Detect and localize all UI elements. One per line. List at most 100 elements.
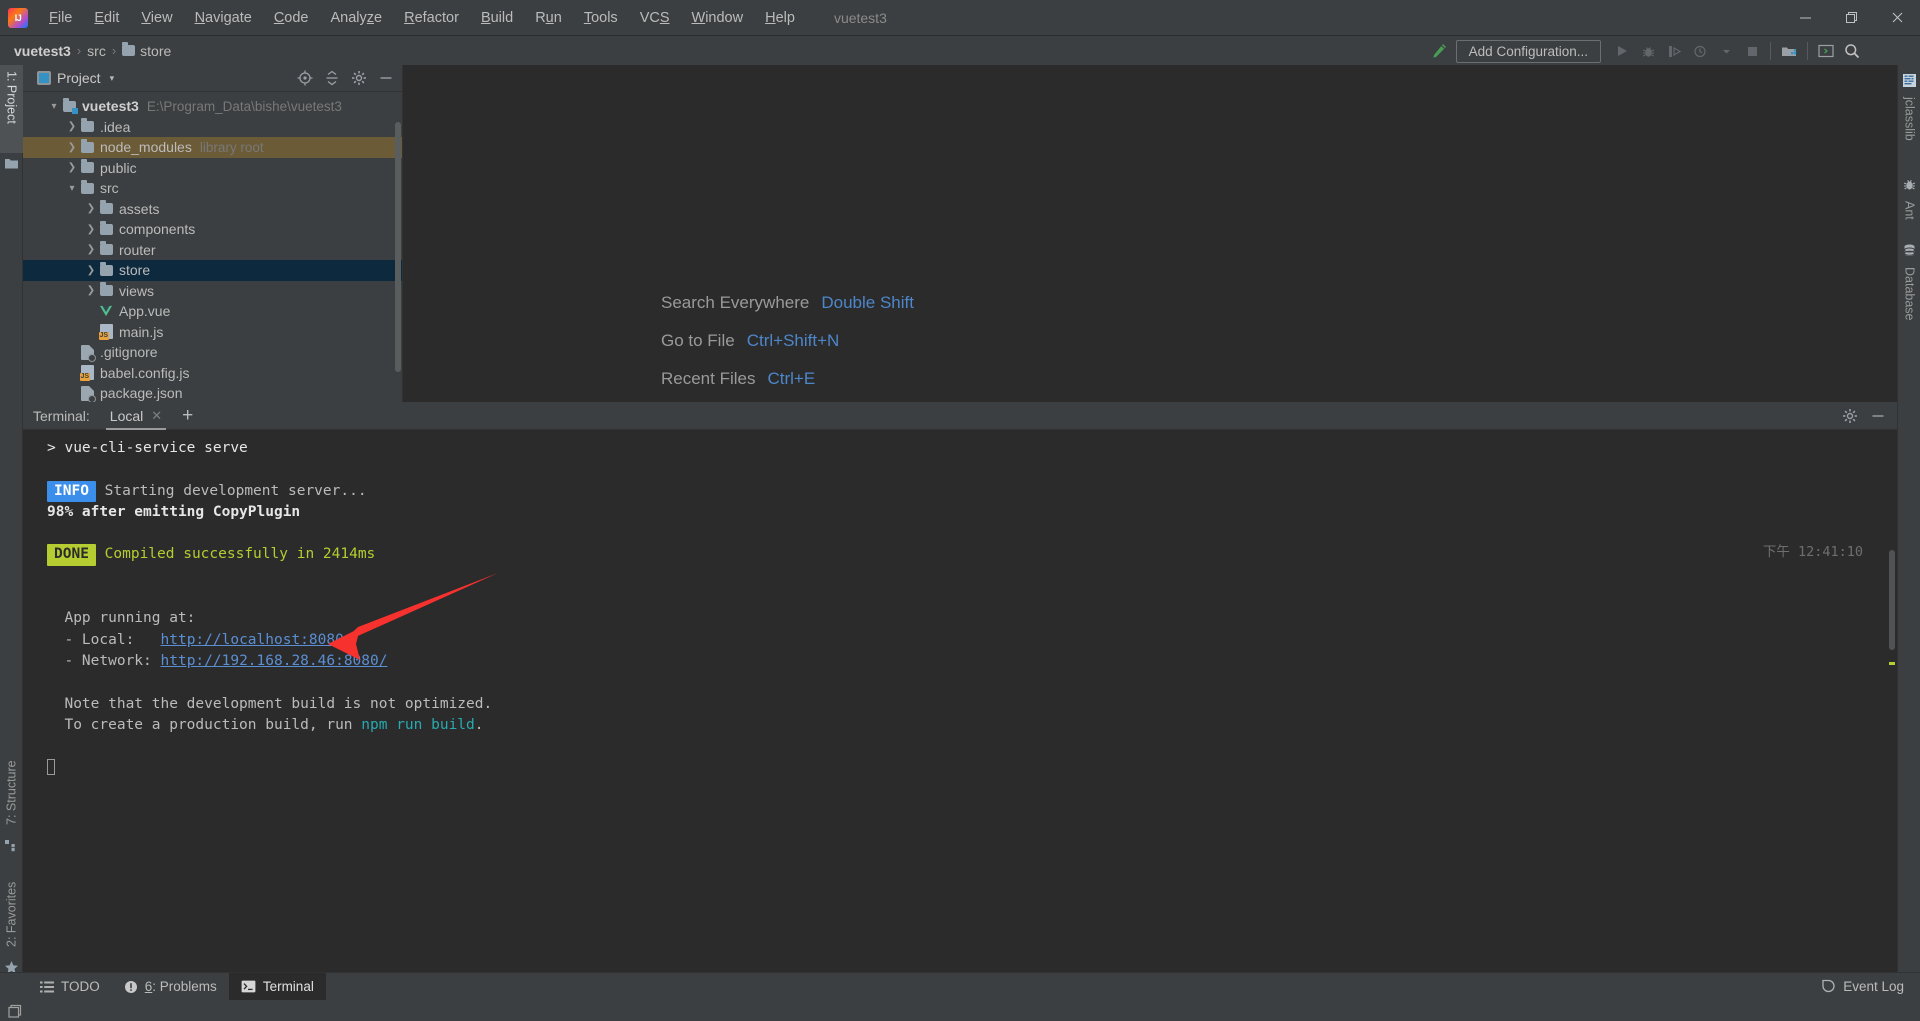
sidebar-item-project[interactable]: 1: Project (0, 65, 23, 153)
project-tree-scrollbar[interactable] (393, 122, 402, 402)
database-icon (1902, 243, 1917, 258)
menu-navigate[interactable]: Navigate (184, 6, 263, 30)
collapse-all-button[interactable] (320, 66, 344, 90)
close-window-button[interactable] (1874, 0, 1920, 35)
network-url-link[interactable]: http://192.168.28.46:8080/ (161, 653, 388, 669)
scrollbar-thumb[interactable] (1889, 550, 1895, 650)
chevron-right-icon[interactable]: ❯ (84, 202, 98, 216)
breadcrumb-label: src (87, 42, 106, 59)
profile-dropdown-button[interactable] (1713, 38, 1739, 64)
terminal-scrollbar[interactable] (1887, 430, 1897, 981)
menu-build[interactable]: Build (470, 6, 524, 30)
terminal-tool-window: Terminal: Local ✕ + > vue-cli-service se… (23, 402, 1897, 981)
gear-icon (1843, 408, 1857, 423)
breadcrumb-item-store[interactable]: store (118, 41, 175, 61)
chevron-right-icon[interactable]: ❯ (84, 222, 98, 236)
breadcrumb-item-project[interactable]: vuetest3 (10, 41, 75, 61)
editor-empty-area[interactable]: Search Everywhere Double Shift Go to Fil… (403, 65, 1897, 402)
bottom-tab-todo[interactable]: TODO (28, 973, 112, 1001)
menu-vcs[interactable]: VCS (629, 6, 681, 30)
tree-node-gitignore[interactable]: ❯ .gitignore (23, 342, 402, 363)
run-with-coverage-button[interactable] (1661, 38, 1687, 64)
menu-refactor[interactable]: Refactor (393, 6, 470, 30)
status-bar (0, 1000, 1920, 1021)
menu-view[interactable]: View (130, 6, 183, 30)
tree-node-store[interactable]: ❯ store (23, 260, 402, 281)
chevron-right-icon[interactable]: ❯ (65, 120, 79, 134)
terminal-text: App running at: (47, 610, 196, 627)
minimize-button[interactable] (1782, 0, 1828, 35)
debug-button[interactable] (1635, 38, 1661, 64)
sidebar-item-favorites[interactable]: 2: Favorites (0, 845, 23, 953)
tree-node-babel-config[interactable]: ❯ babel.config.js (23, 363, 402, 384)
tree-node-main-js[interactable]: ❯ main.js (23, 322, 402, 343)
tree-node-package-json[interactable]: ❯ package.json (23, 383, 402, 402)
tree-node-node-modules[interactable]: ❯ node_modules library root (23, 137, 402, 158)
module-folder-icon (61, 97, 78, 114)
terminal-line: > vue-cli-service serve (47, 438, 1897, 459)
chevron-right-icon[interactable]: ❯ (84, 263, 98, 277)
tree-node-components[interactable]: ❯ components (23, 219, 402, 240)
project-structure-button[interactable] (1776, 38, 1802, 64)
show-layout-icon[interactable] (8, 1004, 22, 1018)
tree-node-public[interactable]: ❯ public (23, 158, 402, 179)
maximize-button[interactable] (1828, 0, 1874, 35)
breadcrumb-item-src[interactable]: src (83, 41, 110, 61)
sidebar-item-database[interactable]: Database (1898, 261, 1920, 339)
tree-node-src[interactable]: ▾ src (23, 178, 402, 199)
sidebar-item-ant[interactable]: Ant (1898, 195, 1920, 237)
sidebar-item-structure[interactable]: 7: Structure (0, 731, 23, 831)
editor-shortcut-hints: Search Everywhere Double Shift Go to Fil… (661, 293, 914, 389)
add-configuration-button[interactable]: Add Configuration... (1455, 39, 1601, 63)
bottom-tab-problems[interactable]: 6: Problems (112, 973, 229, 1001)
terminal-settings-button[interactable] (1837, 403, 1863, 429)
bottom-tab-terminal[interactable]: Terminal (228, 972, 326, 1001)
terminal-tab-local[interactable]: Local ✕ (105, 402, 167, 430)
chevron-right-icon[interactable]: ❯ (65, 161, 79, 175)
terminal-hide-button[interactable] (1865, 403, 1891, 429)
settings-gear-button[interactable] (347, 66, 371, 90)
terminal-output[interactable]: > vue-cli-service serve INFO Starting de… (23, 430, 1897, 981)
event-log-label: Event Log (1843, 979, 1904, 994)
chevron-right-icon[interactable]: ❯ (65, 140, 79, 154)
menu-window[interactable]: Window (681, 6, 755, 30)
tool-window-bottom-bar: TODO 6: Problems Terminal Event Log (0, 972, 1920, 1001)
new-terminal-tab-button[interactable]: + (182, 406, 193, 425)
tree-node-router[interactable]: ❯ router (23, 240, 402, 261)
tree-node-idea[interactable]: ❯ .idea (23, 117, 402, 138)
hide-panel-button[interactable] (374, 66, 398, 90)
stop-button[interactable] (1739, 38, 1765, 64)
project-panel-actions (293, 66, 398, 90)
project-view-selector[interactable]: Project ▾ (37, 70, 114, 86)
local-url-link[interactable]: http://localhost:8080/ (161, 632, 353, 648)
js-file-icon (79, 365, 95, 382)
terminal-button[interactable] (1813, 38, 1839, 64)
scrollbar-thumb[interactable] (395, 122, 401, 372)
chevron-right-icon[interactable]: ❯ (84, 284, 98, 298)
ant-bug-icon (1902, 177, 1917, 192)
menu-analyze[interactable]: Analyze (320, 6, 394, 30)
tree-node-views[interactable]: ❯ views (23, 281, 402, 302)
profile-button[interactable] (1687, 38, 1713, 64)
chevron-right-icon[interactable]: ❯ (84, 243, 98, 257)
tree-node-assets[interactable]: ❯ assets (23, 199, 402, 220)
close-icon[interactable]: ✕ (151, 408, 162, 424)
chevron-down-icon[interactable]: ▾ (65, 181, 79, 195)
tree-node-app-vue[interactable]: ❯ App.vue (23, 301, 402, 322)
run-button[interactable] (1609, 38, 1635, 64)
folder-icon (79, 138, 95, 153)
search-everywhere-button[interactable] (1839, 38, 1865, 64)
menu-edit[interactable]: Edit (83, 6, 130, 30)
hint-label: Search Everywhere (661, 293, 810, 312)
sidebar-item-jclasslib[interactable]: jclasslib (1898, 91, 1920, 171)
chevron-down-icon[interactable]: ▾ (47, 99, 61, 113)
locate-in-tree-button[interactable] (293, 66, 317, 90)
menu-run[interactable]: Run (524, 6, 573, 30)
menu-code[interactable]: Code (263, 6, 320, 30)
build-hammer-icon[interactable] (1430, 42, 1448, 60)
event-log-button[interactable]: Event Log (1821, 979, 1904, 994)
menu-tools[interactable]: Tools (573, 6, 629, 30)
tree-node-vuetest3[interactable]: ▾ vuetest3 E:\Program_Data\bishe\vuetest… (23, 96, 402, 117)
menu-help[interactable]: Help (754, 6, 806, 30)
menu-file[interactable]: File (38, 6, 83, 30)
